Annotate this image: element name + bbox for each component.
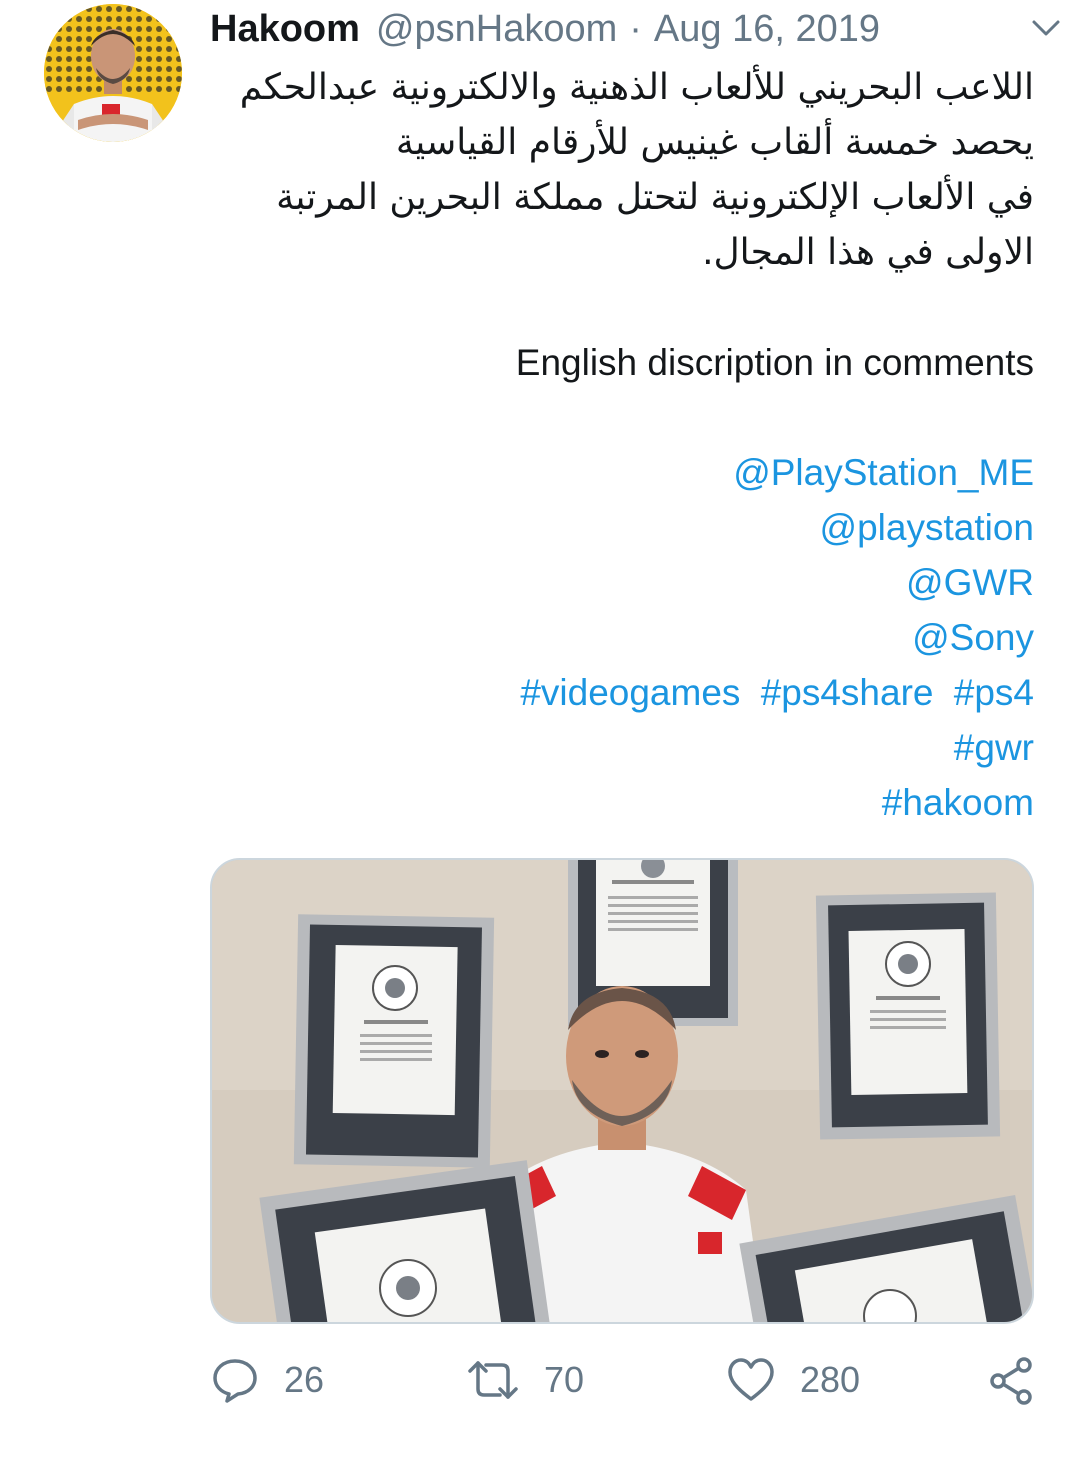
- hashtag-hakoom[interactable]: #hakoom: [882, 782, 1034, 823]
- certificate-frame: [815, 892, 1001, 1140]
- speech-bubble-icon: [213, 1359, 257, 1403]
- tweet-actions: 26 70 280: [210, 1350, 1040, 1410]
- certificate-frame: [293, 914, 495, 1168]
- reply-count: 26: [284, 1359, 325, 1400]
- mention-gwr[interactable]: @GWR: [906, 562, 1034, 603]
- mention-playstation-me[interactable]: @PlayStation_ME: [733, 452, 1034, 493]
- share-button[interactable]: [986, 1350, 1036, 1410]
- arabic-line: في الألعاب الإلكترونية لتحتل مملكة البحر…: [276, 177, 1034, 218]
- hashtag-row: #videogames #ps4share #ps4: [210, 665, 1034, 720]
- heart-icon: [728, 1358, 774, 1401]
- header-separator: ·: [629, 7, 642, 50]
- hashtag-videogames[interactable]: #videogames: [520, 672, 740, 713]
- reply-button[interactable]: 26: [210, 1350, 324, 1410]
- author-avatar[interactable]: [44, 4, 182, 142]
- author-handle[interactable]: @psnHakoom: [376, 8, 617, 51]
- like-count: 280: [800, 1359, 861, 1400]
- mention-playstation[interactable]: @playstation: [820, 507, 1034, 548]
- arabic-line: يحصد خمسة ألقاب غينيس للأرقام القياسية: [395, 122, 1034, 163]
- author-name[interactable]: Hakoom: [210, 8, 360, 51]
- like-button[interactable]: 280: [726, 1350, 860, 1410]
- retweet-arrows-icon: [468, 1361, 518, 1399]
- chevron-down-icon[interactable]: [1028, 10, 1064, 46]
- retweet-button[interactable]: 70: [466, 1350, 584, 1410]
- tweet-date[interactable]: Aug 16, 2019: [654, 8, 880, 51]
- tweet-photo[interactable]: [210, 858, 1034, 1324]
- hashtag-ps4share[interactable]: #ps4share: [761, 672, 934, 713]
- retweet-count: 70: [544, 1359, 585, 1400]
- arabic-line: اللاعب البحريني للألعاب الذهنية والالكتر…: [239, 67, 1034, 108]
- share-nodes-icon: [990, 1357, 1032, 1405]
- tweet: Hakoom @psnHakoom · Aug 16, 2019 اللاعب …: [0, 0, 1080, 1471]
- hashtag-ps4[interactable]: #ps4: [954, 672, 1034, 713]
- tweet-header: Hakoom @psnHakoom · Aug 16, 2019: [210, 4, 1050, 54]
- arabic-line: الاولى في هذا المجال.: [702, 232, 1034, 273]
- tweet-text: اللاعب البحريني للألعاب الذهنية والالكتر…: [210, 60, 1034, 830]
- english-description: English discription in comments: [515, 342, 1034, 383]
- hashtag-gwr[interactable]: #gwr: [954, 727, 1034, 768]
- mention-sony[interactable]: @Sony: [912, 617, 1034, 658]
